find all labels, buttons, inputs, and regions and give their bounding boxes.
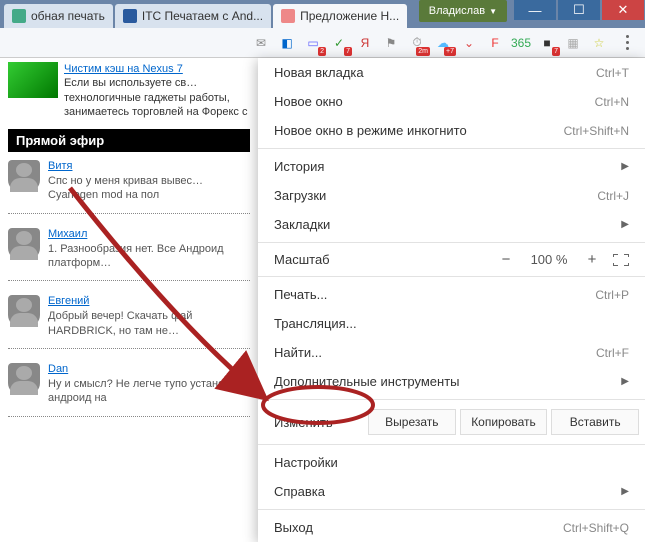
comment-user-link[interactable]: Евгений	[48, 295, 89, 307]
ext-icon[interactable]: ▦	[563, 33, 583, 53]
news-link[interactable]: Чистим кэш на Nexus 7	[64, 63, 183, 75]
news-thumbnail[interactable]	[8, 62, 58, 98]
fullscreen-button[interactable]	[613, 254, 629, 266]
chevron-down-icon: ▼	[489, 7, 497, 16]
cube-icon[interactable]: ◧	[277, 33, 297, 53]
minimize-button[interactable]: —	[514, 0, 556, 20]
docs-icon[interactable]: ▭2	[303, 33, 323, 53]
comment-item: Евгений Добрый вечер! Скачать фай HARDBRI…	[8, 295, 250, 349]
cut-button[interactable]: Вырезать	[368, 409, 456, 435]
avatar	[8, 295, 40, 327]
comment-item: Михаил 1. Разнообразия нет. Все Андроид п…	[8, 228, 250, 282]
favicon-icon	[281, 9, 295, 23]
timer-icon[interactable]: ⏱2m	[407, 33, 427, 53]
chevron-right-icon: ▶	[621, 376, 629, 387]
user-badge[interactable]: Владислав ▼	[419, 0, 507, 22]
avatar	[8, 160, 40, 192]
tab-2[interactable]: Предложение Н...	[273, 4, 407, 28]
chrome-menu: Новая вкладка Ctrl+T Новое окно Ctrl+N Н…	[258, 58, 645, 542]
zoom-out-button[interactable]: −	[497, 251, 515, 268]
comment-text: 1. Разнообразия нет. Все Андроид платфор…	[48, 243, 224, 269]
separator	[258, 242, 645, 243]
comment-user-link[interactable]: Михаил	[48, 228, 87, 240]
comment-text: Ну и смысл? Не легче тупо установить анд…	[48, 378, 247, 404]
menu-bookmarks[interactable]: Закладки ▶	[258, 210, 645, 239]
maximize-button[interactable]: ☐	[558, 0, 600, 20]
separator	[258, 148, 645, 149]
mail-icon[interactable]: ✉	[251, 33, 271, 53]
menu-find[interactable]: Найти... Ctrl+F	[258, 338, 645, 367]
zoom-in-button[interactable]: +	[583, 251, 601, 268]
separator	[258, 399, 645, 400]
menu-edit: Изменить Вырезать Копировать Вставить	[258, 403, 645, 441]
window-controls: Владислав ▼ — ☐ ✕	[419, 0, 645, 22]
chevron-right-icon: ▶	[621, 219, 629, 230]
star-icon[interactable]: ☆	[589, 33, 609, 53]
separator	[258, 509, 645, 510]
comment-text: Спс но у меня кривая вывес… Cyanogen mod…	[48, 175, 203, 201]
tab-0[interactable]: обная печать	[4, 4, 113, 28]
close-button[interactable]: ✕	[602, 0, 644, 20]
comment-user-link[interactable]: Витя	[48, 160, 72, 172]
menu-cast[interactable]: Трансляция...	[258, 309, 645, 338]
news-item: Чистим кэш на Nexus 7 Если вы использует…	[8, 62, 250, 119]
menu-new-window[interactable]: Новое окно Ctrl+N	[258, 87, 645, 116]
comment-user-link[interactable]: Dan	[48, 363, 68, 375]
zoom-value: 100 %	[527, 252, 571, 267]
menu-settings[interactable]: Настройки	[258, 448, 645, 477]
note-icon[interactable]: ■7	[537, 33, 557, 53]
section-header: Прямой эфир	[8, 129, 250, 152]
pocket-icon[interactable]: ⌄	[459, 33, 479, 53]
menu-downloads[interactable]: Загрузки Ctrl+J	[258, 181, 645, 210]
menu-new-tab[interactable]: Новая вкладка Ctrl+T	[258, 58, 645, 87]
chevron-right-icon: ▶	[621, 161, 629, 172]
menu-exit[interactable]: Выход Ctrl+Shift+Q	[258, 513, 645, 542]
toolbar: ✉ ◧ ▭2 ✓7 Я ⚑ ⏱2m ☁+7 ⌄ F 365 ■7 ▦ ☆	[0, 28, 645, 58]
comment-item: Dan Ну и смысл? Не легче тупо установить …	[8, 363, 250, 417]
menu-print[interactable]: Печать... Ctrl+P	[258, 280, 645, 309]
flag-icon[interactable]: ⚑	[381, 33, 401, 53]
comment-text: Добрый вечер! Скачать фай HARDBRICK, но …	[48, 310, 192, 336]
avatar	[8, 363, 40, 395]
menu-zoom: Масштаб − 100 % +	[258, 246, 645, 273]
menu-more-tools[interactable]: Дополнительные инструменты ▶	[258, 367, 645, 396]
avatar	[8, 228, 40, 260]
separator	[258, 276, 645, 277]
tab-title: Предложение Н...	[300, 9, 399, 23]
check-icon[interactable]: ✓7	[329, 33, 349, 53]
tab-1[interactable]: ITC Печатаем с And...	[115, 4, 271, 28]
favicon-icon	[12, 9, 26, 23]
favicon-icon	[123, 9, 137, 23]
flip-icon[interactable]: F	[485, 33, 505, 53]
yandex-icon[interactable]: Я	[355, 33, 375, 53]
chevron-right-icon: ▶	[621, 486, 629, 497]
menu-history[interactable]: История ▶	[258, 152, 645, 181]
copy-button[interactable]: Копировать	[460, 409, 548, 435]
tab-title: ITC Печатаем с And...	[142, 9, 263, 23]
menu-help[interactable]: Справка ▶	[258, 477, 645, 506]
page-content: Чистим кэш на Nexus 7 Если вы использует…	[0, 58, 258, 500]
tab-title: обная печать	[31, 9, 105, 23]
separator	[258, 444, 645, 445]
menu-incognito[interactable]: Новое окно в режиме инкогнито Ctrl+Shift…	[258, 116, 645, 145]
paste-button[interactable]: Вставить	[551, 409, 639, 435]
comment-item: Витя Спс но у меня кривая вывес… Cyanogen…	[8, 160, 250, 214]
menu-button[interactable]	[615, 31, 639, 55]
cal-icon[interactable]: 365	[511, 33, 531, 53]
user-name: Владислав	[429, 5, 485, 17]
cloud-icon[interactable]: ☁+7	[433, 33, 453, 53]
news-body: Если вы используете св… технологичные га…	[64, 77, 247, 118]
